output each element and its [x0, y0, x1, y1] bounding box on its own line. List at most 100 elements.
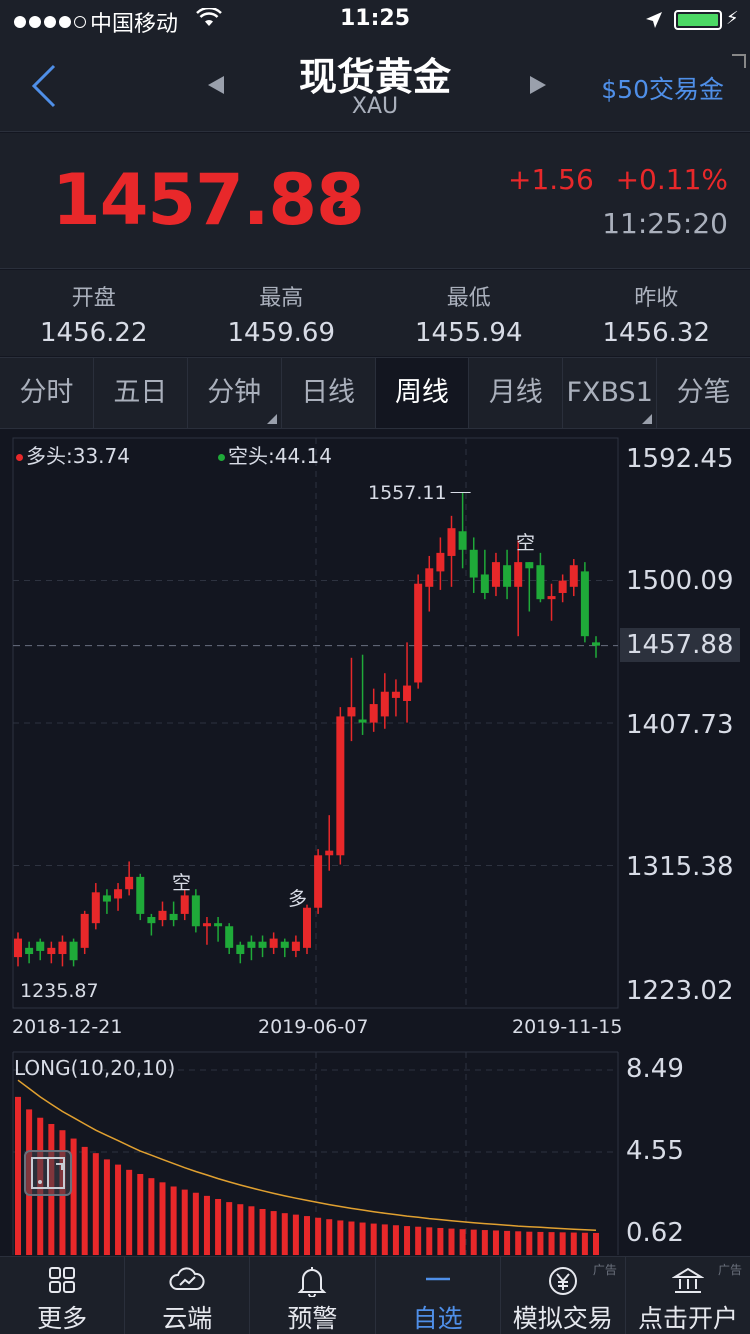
short-signal-label: 空: [516, 532, 536, 554]
tab-cloud[interactable]: 云端: [125, 1257, 251, 1334]
indicator-bar: [359, 1222, 366, 1255]
ad-badge: 广告: [718, 1263, 743, 1277]
max-price-label: 1557.11: [368, 482, 447, 504]
indicator-bar: [215, 1198, 222, 1255]
indicator-bar: [237, 1204, 244, 1255]
tab-five-day[interactable]: 五日: [94, 358, 188, 428]
tab-minute[interactable]: 分钟: [188, 358, 282, 428]
trade-link[interactable]: $50交易金: [601, 70, 724, 106]
indicator-bar: [415, 1226, 422, 1255]
candle-body: [291, 941, 300, 951]
candle-body: [336, 716, 345, 856]
tab-open-account[interactable]: 点击开户 广告: [626, 1257, 750, 1334]
indicator-name: LONG(10,20,10): [14, 1056, 176, 1080]
current-price-tag: 1457.88: [620, 628, 740, 662]
indicator-bar: [103, 1159, 110, 1255]
green-dot-icon: [218, 454, 225, 461]
candle-body: [280, 941, 289, 948]
ohlc-value: 1459.69: [227, 318, 336, 348]
tab-label: 分钟: [207, 377, 262, 408]
next-symbol-icon[interactable]: [528, 74, 548, 96]
indicator-bar: [115, 1164, 122, 1255]
quote-panel: 1457.88 +1.56 +0.11% 11:25:20: [0, 133, 750, 269]
yen-coin-icon: [548, 1267, 577, 1295]
candle-body: [214, 923, 223, 927]
candle-body: [458, 531, 467, 550]
ohlc-label: 昨收: [634, 286, 679, 311]
cloud-icon: [169, 1267, 205, 1290]
grid-icon: [49, 1267, 76, 1293]
tab-weekly[interactable]: 周线: [375, 358, 470, 428]
indicator-bar: [192, 1192, 199, 1255]
ohlc-low: 最低 1455.94: [375, 270, 563, 356]
candle-body: [14, 938, 22, 958]
candle-body: [514, 562, 523, 587]
indicator-bar: [326, 1219, 333, 1255]
tab-alert[interactable]: 预警: [250, 1257, 376, 1334]
tab-ticks[interactable]: 分笔: [657, 358, 750, 428]
bottom-tab-bar: 更多 云端 预警 自选 模拟交易 广告 点击开户 广告: [0, 1256, 750, 1334]
indicator-y-tick-label: 8.49: [626, 1054, 684, 1084]
indicator-bar: [15, 1096, 21, 1255]
tab-label: 五日: [113, 377, 168, 408]
candle-body: [269, 938, 278, 948]
tab-daily[interactable]: 日线: [282, 358, 376, 428]
floating-window-button[interactable]: [24, 1150, 72, 1196]
tab-label: 月线: [488, 377, 543, 408]
tab-sim-trade[interactable]: 模拟交易 广告: [501, 1257, 626, 1334]
dropdown-corner-icon: [642, 414, 653, 424]
ohlc-label: 最低: [446, 286, 491, 311]
y-tick-label: 1223.02: [626, 976, 734, 1006]
tab-label: 周线: [394, 377, 449, 408]
indicator-bar: [270, 1211, 277, 1255]
legend-long: 多头:33.74: [16, 440, 130, 469]
indicator-bar: [470, 1229, 477, 1255]
ohlc-prev-close: 昨收 1456.32: [563, 270, 750, 356]
indicator-bar: [492, 1230, 499, 1255]
candle-body: [158, 910, 167, 921]
candle-body: [580, 571, 589, 637]
y-tick-label: 1592.45: [626, 444, 734, 474]
indicator-bar: [548, 1232, 555, 1255]
candle-body: [491, 562, 500, 587]
tab-label: 模拟交易: [512, 1304, 613, 1333]
candle-body: [91, 892, 100, 924]
tab-label: FXBS1: [566, 377, 653, 408]
ohlc-value: 1456.22: [39, 318, 148, 348]
tab-fxbs1[interactable]: FXBS1: [563, 358, 658, 428]
candle-body: [114, 889, 123, 899]
candle-body: [592, 642, 600, 646]
indicator-bar: [259, 1208, 266, 1255]
chart-area[interactable]: 多头:33.74 空头:44.14 1592.45 1500.09 1457.8…: [0, 430, 750, 1255]
indicator-bar: [159, 1182, 166, 1255]
short-signal-label: 空: [172, 872, 192, 894]
candle-body: [102, 895, 111, 902]
price-change: +1.56: [508, 163, 594, 196]
tab-monthly[interactable]: 月线: [469, 358, 564, 428]
min-price-label: 1235.87: [20, 980, 99, 1002]
tab-watchlist[interactable]: 自选: [376, 1257, 501, 1334]
x-tick-label: 2019-11-15: [512, 1016, 623, 1038]
dash-icon: [425, 1277, 450, 1281]
candle-body: [58, 941, 67, 955]
candle-body: [436, 552, 445, 572]
last-price: 1457.88: [52, 159, 365, 241]
indicator-bar: [92, 1153, 99, 1255]
candle-body: [47, 947, 56, 955]
tab-label: 点击开户: [637, 1304, 738, 1333]
battery-icon: [674, 10, 722, 30]
screen-toggle-icon: [31, 1157, 65, 1189]
indicator-bar: [515, 1231, 522, 1255]
status-bar: 中国移动 11:25 ⚡: [0, 0, 750, 40]
candle-body: [358, 719, 367, 723]
bank-icon: [671, 1267, 704, 1293]
candle-body: [569, 565, 578, 587]
indicator-bar: [281, 1213, 288, 1255]
location-arrow-icon: [646, 12, 662, 28]
ohlc-label: 开盘: [71, 286, 116, 311]
tab-intraday[interactable]: 分时: [0, 358, 94, 428]
candle-body: [547, 596, 556, 600]
tab-more[interactable]: 更多: [0, 1257, 126, 1334]
indicator-bar: [559, 1232, 566, 1255]
candlestick-chart[interactable]: [0, 430, 750, 1255]
